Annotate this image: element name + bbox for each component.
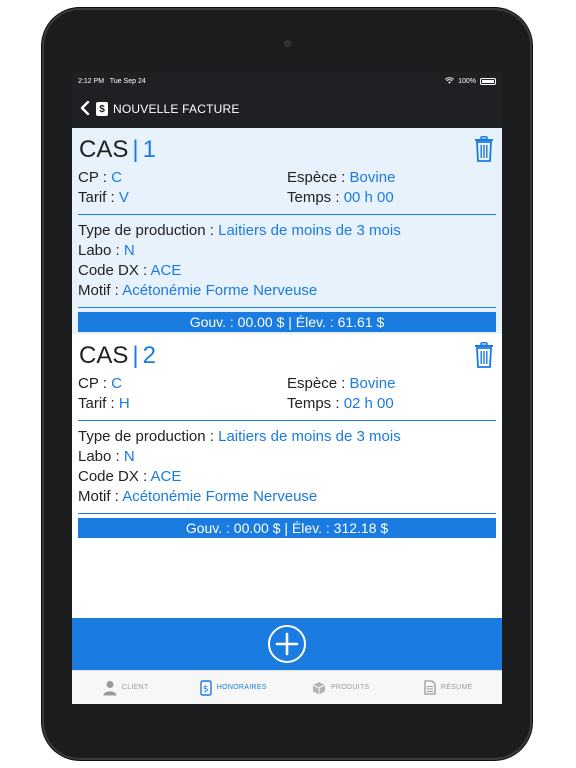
tab-bar: CLIENT $ HONORAIRES PRODUITS RÉSUMÉ [72, 670, 502, 704]
trash-icon[interactable] [474, 136, 494, 162]
battery-percent: 100% [458, 77, 476, 85]
front-camera [284, 40, 291, 47]
motif-label: Motif : [78, 488, 119, 505]
tablet-frame: 2:12 PM Tue Sep 24 100% $ NOUVELLE FACTU… [42, 8, 532, 760]
add-case-button[interactable] [268, 625, 306, 663]
cp-value: C [111, 169, 122, 186]
box-icon [312, 681, 326, 695]
codedx-label: Code DX : [78, 262, 148, 279]
cp-label: CP : [78, 169, 107, 186]
temps-value: 02 h 00 [343, 395, 394, 412]
wifi-icon [445, 76, 455, 86]
page-title: NOUVELLE FACTURE [113, 102, 240, 116]
espece-value: Bovine [349, 375, 396, 392]
case-card[interactable]: CAS | 2 CP : C Espèce : Bovine Tarif : H… [72, 334, 502, 546]
tab-client[interactable]: CLIENT [72, 671, 180, 704]
motif-value: Acétonémie Forme Nerveuse [122, 488, 318, 505]
tab-resume[interactable]: RÉSUMÉ [395, 671, 503, 704]
type-label: Type de production : [78, 222, 214, 239]
tab-label-resume: RÉSUMÉ [440, 684, 473, 691]
plus-icon [275, 632, 299, 656]
person-icon [103, 680, 117, 696]
espece-label: Espèce : [287, 169, 346, 186]
case-label: CAS [79, 342, 129, 369]
labo-label: Labo : [78, 242, 120, 259]
codedx-value: ACE [150, 468, 182, 485]
case-totals: Gouv. : 00.00 $ | Élev. : 312.18 $ [78, 518, 496, 538]
temps-value: 00 h 00 [343, 189, 394, 206]
case-title: CAS | 1 [78, 132, 496, 168]
tab-honoraires[interactable]: $ HONORAIRES [180, 671, 288, 704]
tarif-value: V [118, 189, 129, 206]
motif-value: Acétonémie Forme Nerveuse [122, 282, 318, 299]
espece-label: Espèce : [287, 375, 346, 392]
cases-list: CAS | 1 CP : C Espèce : Bovine Tarif : V… [72, 128, 502, 618]
cp-value: C [111, 375, 122, 392]
tarif-value: H [118, 395, 130, 412]
type-value: Laitiers de moins de 3 mois [218, 222, 401, 239]
case-label: CAS [79, 136, 129, 163]
invoice-dollar-icon: $ [96, 102, 108, 116]
tarif-label: Tarif : [78, 395, 115, 412]
divider [78, 214, 496, 215]
motif-label: Motif : [78, 282, 119, 299]
tarif-label: Tarif : [78, 189, 115, 206]
tab-label-honoraires: HONORAIRES [216, 684, 267, 691]
cp-label: CP : [78, 375, 107, 392]
case-number: 1 [142, 136, 156, 163]
tab-label-client: CLIENT [121, 684, 149, 691]
svg-text:$: $ [203, 684, 209, 694]
top-bar: 2:12 PM Tue Sep 24 100% $ NOUVELLE FACTU… [72, 72, 502, 128]
labo-label: Labo : [78, 448, 120, 465]
type-label: Type de production : [78, 428, 214, 445]
codedx-label: Code DX : [78, 468, 148, 485]
case-separator: | [132, 342, 139, 369]
labo-value: N [123, 448, 135, 465]
case-card[interactable]: CAS | 1 CP : C Espèce : Bovine Tarif : V… [72, 128, 502, 334]
case-separator: | [132, 136, 139, 163]
battery-icon [480, 77, 496, 85]
temps-label: Temps : [287, 395, 340, 412]
tab-produits[interactable]: PRODUITS [287, 671, 395, 704]
divider [78, 513, 496, 514]
divider [78, 307, 496, 308]
tab-label-produits: PRODUITS [330, 684, 370, 691]
nav-bar: $ NOUVELLE FACTURE [72, 90, 502, 128]
status-time: 2:12 PM [78, 77, 105, 85]
labo-value: N [123, 242, 135, 259]
back-chevron-icon[interactable] [80, 100, 90, 118]
invoice-dollar-icon: $ [200, 679, 212, 696]
document-icon [424, 680, 436, 695]
espece-value: Bovine [349, 169, 396, 186]
add-bar [72, 618, 502, 670]
status-date: Tue Sep 24 [109, 77, 146, 85]
divider [78, 420, 496, 421]
screen: 2:12 PM Tue Sep 24 100% $ NOUVELLE FACTU… [72, 72, 502, 704]
trash-icon[interactable] [474, 342, 494, 368]
type-value: Laitiers de moins de 3 mois [218, 428, 401, 445]
status-bar: 2:12 PM Tue Sep 24 100% [72, 72, 502, 90]
case-title: CAS | 2 [78, 338, 496, 374]
case-number: 2 [142, 342, 156, 369]
case-totals: Gouv. : 00.00 $ | Élev. : 61.61 $ [78, 312, 496, 332]
codedx-value: ACE [150, 262, 182, 279]
temps-label: Temps : [287, 189, 340, 206]
